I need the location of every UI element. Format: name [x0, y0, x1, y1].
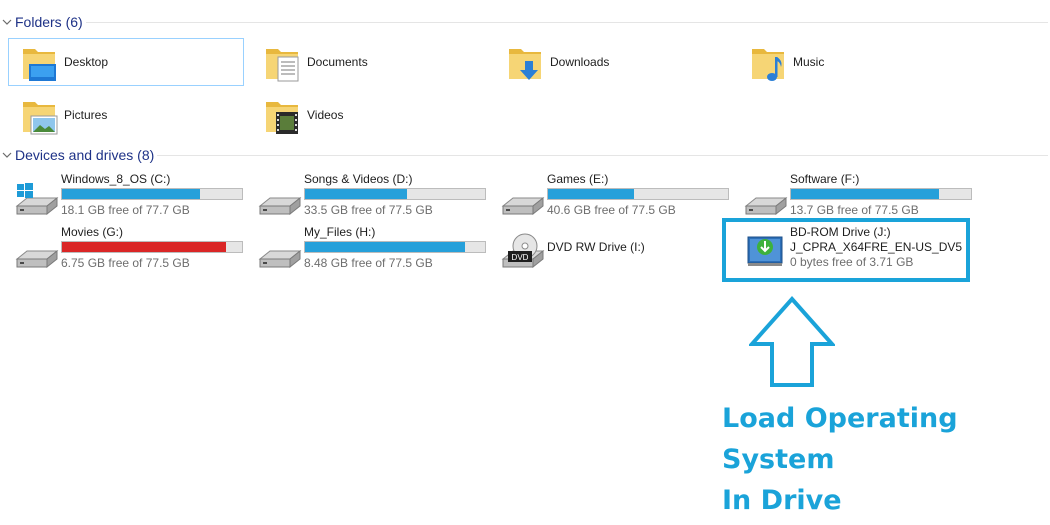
folder-label: Music	[793, 55, 825, 69]
folder-label: Pictures	[64, 108, 108, 122]
drives-group-title: Devices and drives (8)	[15, 147, 155, 163]
annotation-line-2: In Drive	[722, 485, 842, 516]
drive-name: DVD RW Drive (I:)	[547, 240, 645, 254]
folders-group-title: Folders (6)	[15, 14, 83, 30]
hard-drive-icon	[258, 249, 302, 269]
drive-usage-bar	[61, 241, 243, 253]
hard-drive-icon	[258, 196, 302, 216]
dvd-badge-text: DVD	[512, 253, 529, 262]
documents-folder-icon	[266, 49, 299, 82]
group-divider	[86, 22, 1048, 23]
drive-c[interactable]: Windows_8_OS (C:) 18.1 GB free of 77.7 G…	[9, 172, 245, 220]
drive-name: My_Files (H:)	[304, 225, 376, 239]
group-divider	[157, 155, 1048, 156]
drive-usage-fill	[305, 242, 466, 252]
drive-usage-fill	[62, 189, 201, 199]
drive-usage-fill	[791, 189, 940, 199]
hard-drive-icon	[15, 249, 59, 269]
downloads-folder-icon	[509, 49, 541, 80]
drive-free-space: 6.75 GB free of 77.5 GB	[61, 256, 190, 270]
dvd-drive-icon: DVD	[501, 233, 545, 269]
chevron-down-icon	[2, 19, 12, 25]
drive-free-space: 13.7 GB free of 77.5 GB	[790, 203, 919, 217]
folder-music[interactable]: Music	[737, 38, 973, 86]
drive-name: Songs & Videos (D:)	[304, 172, 413, 186]
hard-drive-icon	[744, 196, 788, 216]
drive-highlight-box	[722, 218, 970, 282]
drives-group-header[interactable]: Devices and drives (8)	[0, 146, 1050, 164]
drive-usage-fill	[305, 189, 408, 199]
drive-e[interactable]: Games (E:) 40.6 GB free of 77.5 GB	[495, 172, 731, 220]
annotation-text: Load Operating System In Drive	[722, 398, 1050, 521]
videos-folder-icon	[266, 102, 298, 134]
drive-usage-fill	[62, 242, 227, 252]
music-folder-icon	[752, 49, 784, 81]
drive-name: Games (E:)	[547, 172, 609, 186]
drive-usage-bar	[304, 188, 486, 200]
chevron-down-icon	[2, 152, 12, 158]
drive-free-space: 8.48 GB free of 77.5 GB	[304, 256, 433, 270]
drive-free-space: 40.6 GB free of 77.5 GB	[547, 203, 676, 217]
drive-usage-bar	[61, 188, 243, 200]
drive-usage-bar	[547, 188, 729, 200]
drive-usage-bar	[304, 241, 486, 253]
folder-label: Desktop	[64, 55, 109, 69]
hard-drive-icon	[501, 196, 545, 216]
folder-documents[interactable]: Documents	[251, 38, 487, 86]
drive-i[interactable]: DVD DVD RW Drive (I:)	[495, 225, 731, 273]
folder-downloads[interactable]: Downloads	[494, 38, 730, 86]
drive-free-space: 33.5 GB free of 77.5 GB	[304, 203, 433, 217]
desktop-folder-icon	[23, 49, 56, 81]
folders-group-header[interactable]: Folders (6)	[0, 13, 1050, 31]
folder-label: Videos	[307, 108, 344, 122]
folder-videos[interactable]: Videos	[251, 91, 487, 139]
folder-pictures[interactable]: Pictures	[8, 91, 244, 139]
drive-name: Windows_8_OS (C:)	[61, 172, 171, 186]
annotation-line-1: Load Operating System	[722, 403, 958, 475]
drive-g[interactable]: Movies (G:) 6.75 GB free of 77.5 GB	[9, 225, 245, 273]
drive-name: Movies (G:)	[61, 225, 124, 239]
drive-name: Software (F:)	[790, 172, 860, 186]
drive-h[interactable]: My_Files (H:) 8.48 GB free of 77.5 GB	[252, 225, 488, 273]
drive-d[interactable]: Songs & Videos (D:) 33.5 GB free of 77.5…	[252, 172, 488, 220]
folder-label: Documents	[307, 55, 368, 69]
folder-label: Downloads	[550, 55, 610, 69]
pictures-folder-icon	[23, 102, 58, 135]
folder-desktop[interactable]: Desktop	[8, 38, 244, 86]
drive-free-space: 18.1 GB free of 77.7 GB	[61, 203, 190, 217]
up-arrow-icon	[749, 296, 835, 387]
windows-drive-icon	[15, 183, 59, 216]
drive-usage-fill	[548, 189, 634, 199]
drive-usage-bar	[790, 188, 972, 200]
drive-f[interactable]: Software (F:) 13.7 GB free of 77.5 GB	[738, 172, 974, 220]
